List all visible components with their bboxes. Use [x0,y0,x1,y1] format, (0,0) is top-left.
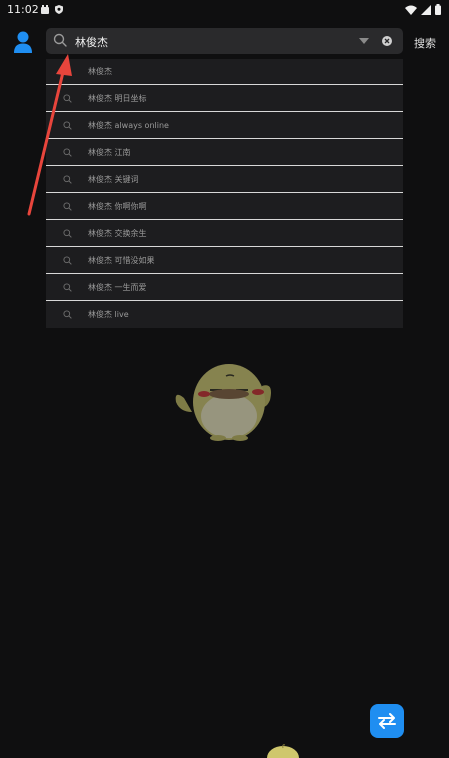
suggestion-label: 林俊杰 always online [88,121,169,130]
dropdown-icon[interactable] [359,38,369,44]
user-icon [14,31,32,53]
mascot-illustration [175,364,271,441]
status-system-icons [405,4,441,15]
status-bar: 11:02 [0,0,449,20]
search-icon [63,229,72,238]
search-box[interactable]: 林俊杰 [46,28,403,54]
search-icon [63,256,72,265]
status-time: 11:02 [7,3,39,16]
suggestion-item[interactable]: 林俊杰 关键词 [46,167,403,193]
shield-icon [55,5,63,14]
suggestion-label: 林俊杰 [88,67,112,76]
search-icon [63,283,72,292]
search-button[interactable]: 搜索 [414,35,436,51]
signal-icon [421,4,431,15]
swap-icon [378,713,396,729]
wifi-icon [405,5,417,15]
profile-button[interactable] [12,30,34,54]
mascot-peek-illustration [267,744,299,758]
suggestion-item[interactable]: 林俊杰 always online [46,113,403,139]
clear-icon[interactable] [382,36,392,46]
suggestion-item[interactable]: 林俊杰 live [46,302,403,328]
battery-icon [435,4,441,15]
search-icon [63,202,72,211]
suggestion-label: 林俊杰 明日坐标 [88,94,147,103]
suggestion-item[interactable]: 林俊杰 [46,59,403,85]
suggestion-label: 林俊杰 江南 [88,148,131,157]
suggestion-item[interactable]: 林俊杰 可惜没如果 [46,248,403,274]
suggestion-item[interactable]: 林俊杰 交换余生 [46,221,403,247]
search-icon [63,175,72,184]
search-input[interactable]: 林俊杰 [75,34,108,50]
suggestion-label: 林俊杰 live [88,310,129,319]
swap-button[interactable] [370,704,404,738]
suggestion-label: 林俊杰 交换余生 [88,229,147,238]
suggestion-item[interactable]: 林俊杰 一生而爱 [46,275,403,301]
search-icon [63,148,72,157]
suggestion-item[interactable]: 林俊杰 江南 [46,140,403,166]
search-icon [53,33,67,47]
search-icon [63,121,72,130]
suggestion-item[interactable]: 林俊杰 你啊你啊 [46,194,403,220]
suggestion-item[interactable]: 林俊杰 明日坐标 [46,86,403,112]
search-icon [63,94,72,103]
status-notification-icons [41,5,63,14]
suggestion-label: 林俊杰 关键词 [88,175,139,184]
search-icon [63,310,72,319]
suggestion-label: 林俊杰 一生而爱 [88,283,147,292]
suggestion-label: 林俊杰 你啊你啊 [88,202,147,211]
suggestion-label: 林俊杰 可惜没如果 [88,256,155,265]
suggestion-list: 林俊杰 林俊杰 明日坐标 林俊杰 always online 林俊杰 江南 林俊… [46,59,403,328]
notification-app-icon [41,5,49,14]
